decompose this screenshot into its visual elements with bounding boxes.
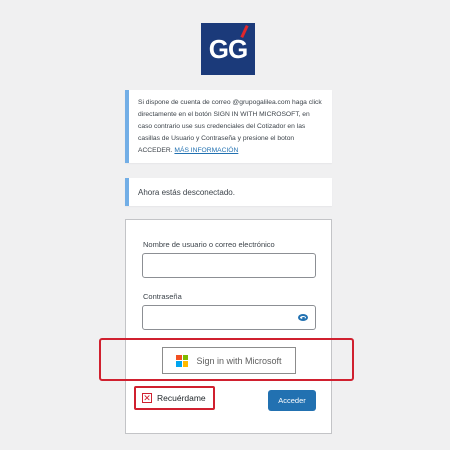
login-submit-button[interactable]: Acceder xyxy=(268,390,316,411)
username-label: Nombre de usuario o correo electrónico xyxy=(143,240,275,249)
more-info-link[interactable]: MÁS INFORMACIÓN xyxy=(174,147,238,154)
logout-notice: Ahora estás desconectado. xyxy=(125,178,332,206)
info-notice: Si dispone de cuenta de correo @grupogal… xyxy=(125,90,332,163)
sign-in-with-microsoft-button[interactable]: Sign in with Microsoft xyxy=(162,347,296,374)
password-label: Contraseña xyxy=(143,292,182,301)
show-password-eye-icon[interactable] xyxy=(298,314,308,321)
checkbox-x-icon: ✕ xyxy=(143,392,151,403)
microsoft-logo-icon xyxy=(176,354,189,367)
logo-text: GG xyxy=(208,33,248,64)
logout-notice-text: Ahora estás desconectado. xyxy=(138,187,235,197)
info-notice-text: Si dispone de cuenta de correo @grupogal… xyxy=(138,97,324,157)
remember-me-label[interactable]: Recuérdame xyxy=(157,393,206,403)
remember-me-highlight-box: ✕ Recuérdame xyxy=(134,386,215,410)
info-notice-message: Si dispone de cuenta de correo @grupogal… xyxy=(138,99,322,154)
password-input[interactable] xyxy=(142,305,316,330)
remember-me-checkbox[interactable]: ✕ xyxy=(142,393,152,403)
username-input[interactable] xyxy=(142,253,316,278)
site-logo[interactable]: GG xyxy=(201,23,255,75)
microsoft-button-label: Sign in with Microsoft xyxy=(196,355,282,366)
